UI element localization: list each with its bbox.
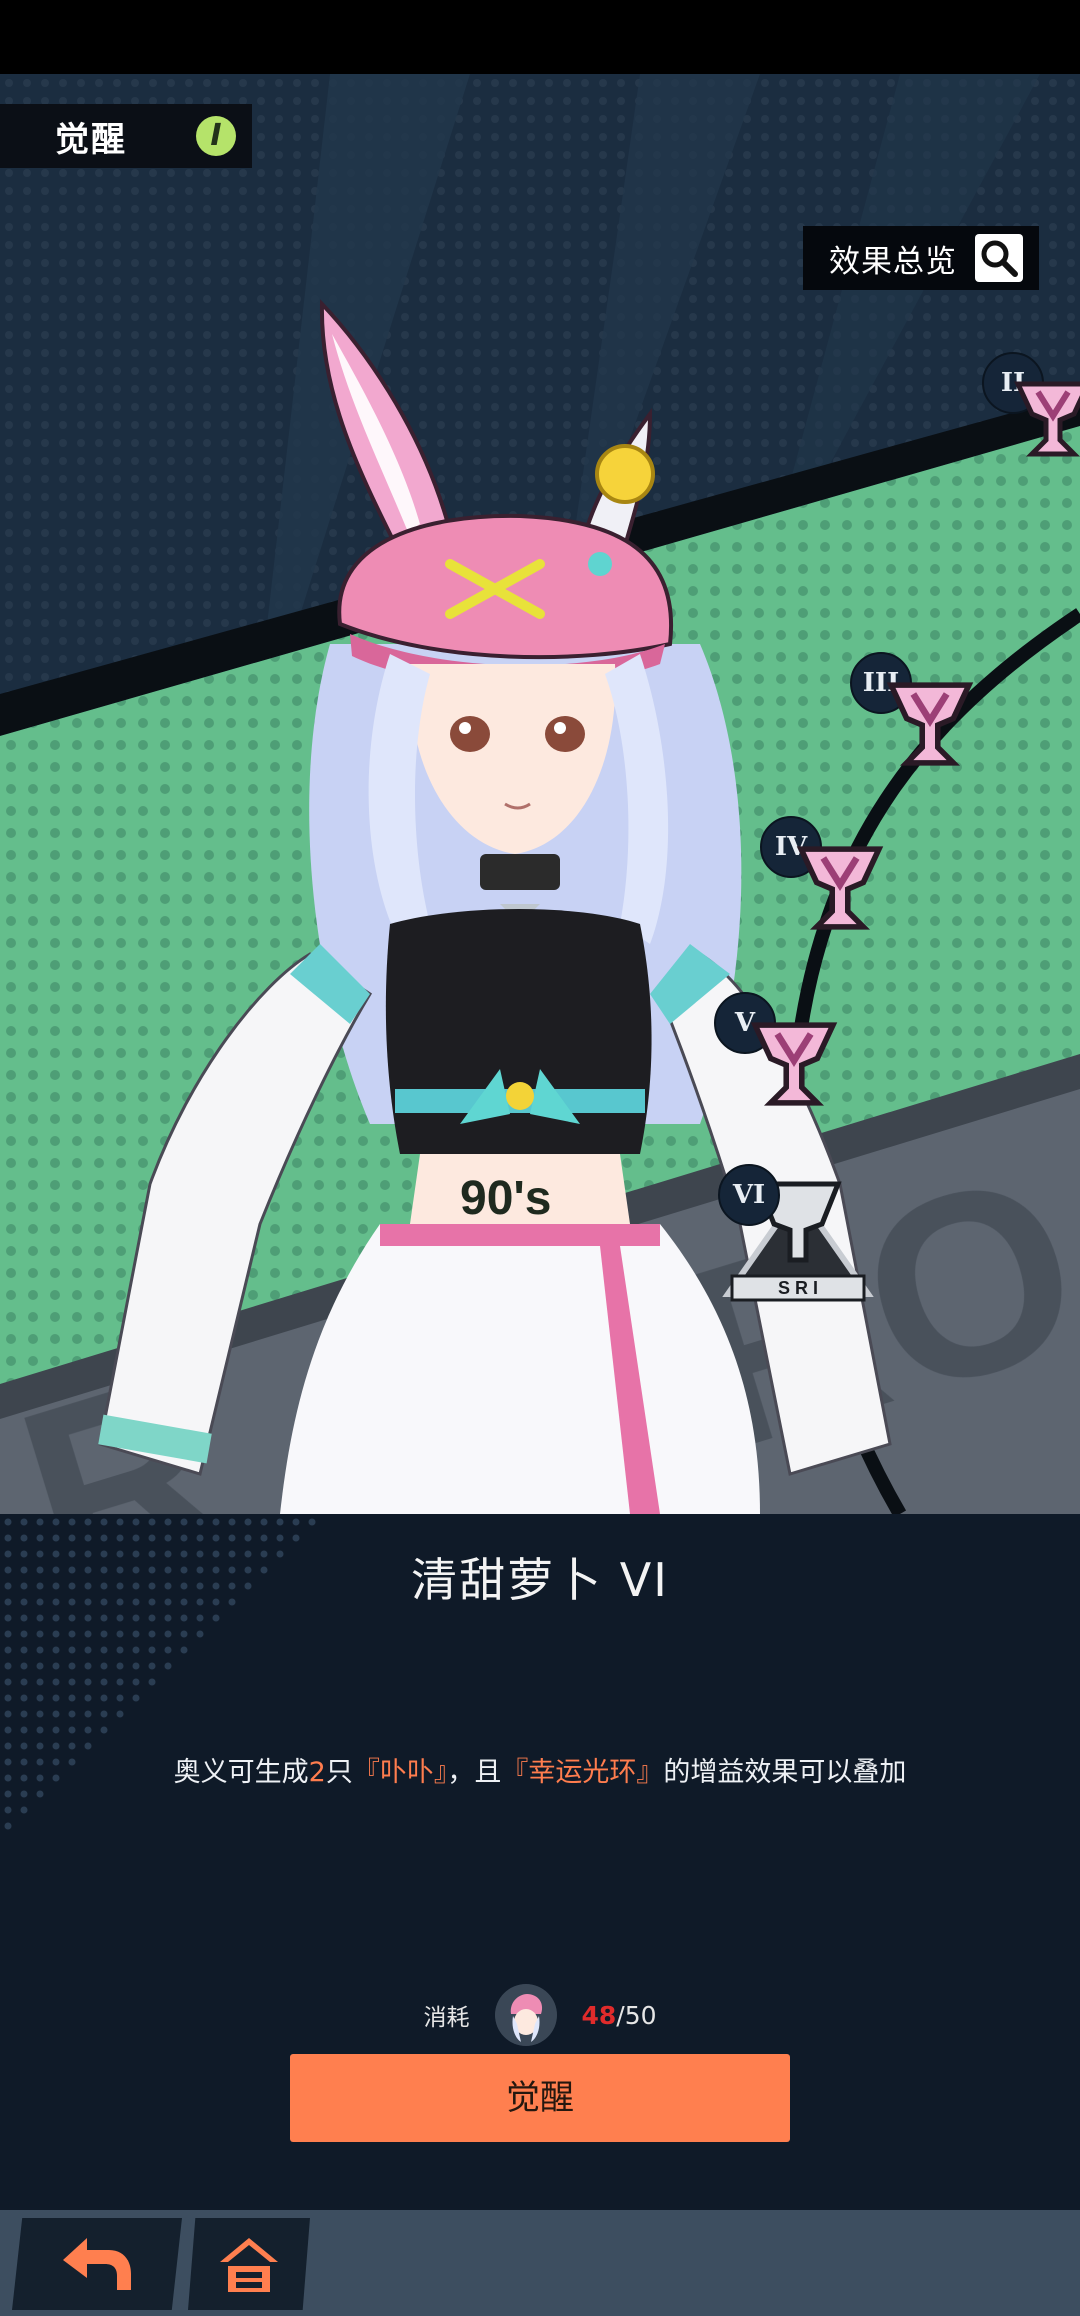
desc-text: 奥义可生成	[173, 1757, 309, 1788]
home-button[interactable]	[188, 2218, 310, 2310]
page-title: 觉醒	[55, 119, 127, 160]
status-bar	[0, 0, 1080, 74]
trophy-icon	[1014, 381, 1080, 457]
character-shard-icon[interactable]	[495, 1984, 558, 2046]
search-icon	[975, 234, 1023, 282]
skill-node-5[interactable]: V	[714, 992, 854, 1122]
home-icon	[220, 2238, 278, 2292]
character-scene: RO R 觉醒 I 效果总览	[0, 74, 1080, 1514]
skill-name: 清甜萝卜 VI	[411, 1553, 669, 1607]
info-badge[interactable]: I	[196, 116, 236, 156]
desc-highlight: 『幸运光环』	[501, 1757, 664, 1788]
trophy-icon	[886, 682, 974, 766]
skill-description: 奥义可生成2只『卟卟』，且『幸运光环』的增益效果可以叠加	[0, 1750, 1080, 1789]
svg-text:90's: 90's	[460, 1172, 552, 1225]
emblem-text: S R I	[778, 1278, 818, 1298]
back-button[interactable]	[12, 2218, 182, 2310]
skill-node-2[interactable]: II	[982, 352, 1080, 457]
node-label: VI	[718, 1164, 780, 1226]
skill-node-6-selected[interactable]: S R I VI	[718, 1164, 888, 1334]
desc-text: ，且	[447, 1757, 502, 1788]
cost-label: 消耗	[423, 2005, 470, 2031]
desc-text: 的增益效果可以叠加	[663, 1757, 907, 1788]
required-count: /50	[616, 2000, 657, 2030]
awaken-button[interactable]: 觉醒	[290, 2054, 790, 2142]
skill-node-3[interactable]: III	[850, 652, 990, 782]
cost-row: 消耗 48/50	[0, 1984, 1080, 2046]
desc-highlight: 2	[308, 1757, 326, 1788]
bottom-nav-bar	[0, 2210, 1080, 2316]
trophy-icon	[750, 1022, 838, 1106]
awaken-title-tag: 觉醒 I	[0, 104, 252, 168]
desc-highlight: 『卟卟』	[352, 1757, 448, 1788]
back-arrow-icon	[63, 2238, 131, 2290]
trophy-icon	[796, 846, 884, 930]
owned-count: 48	[581, 2000, 617, 2030]
skill-detail-panel: 清甜萝卜 VI 奥义可生成2只『卟卟』，且『幸运光环』的增益效果可以叠加 消耗 …	[0, 1514, 1080, 2210]
desc-text: 只	[325, 1757, 353, 1788]
skill-node-4[interactable]: IV	[760, 816, 900, 946]
